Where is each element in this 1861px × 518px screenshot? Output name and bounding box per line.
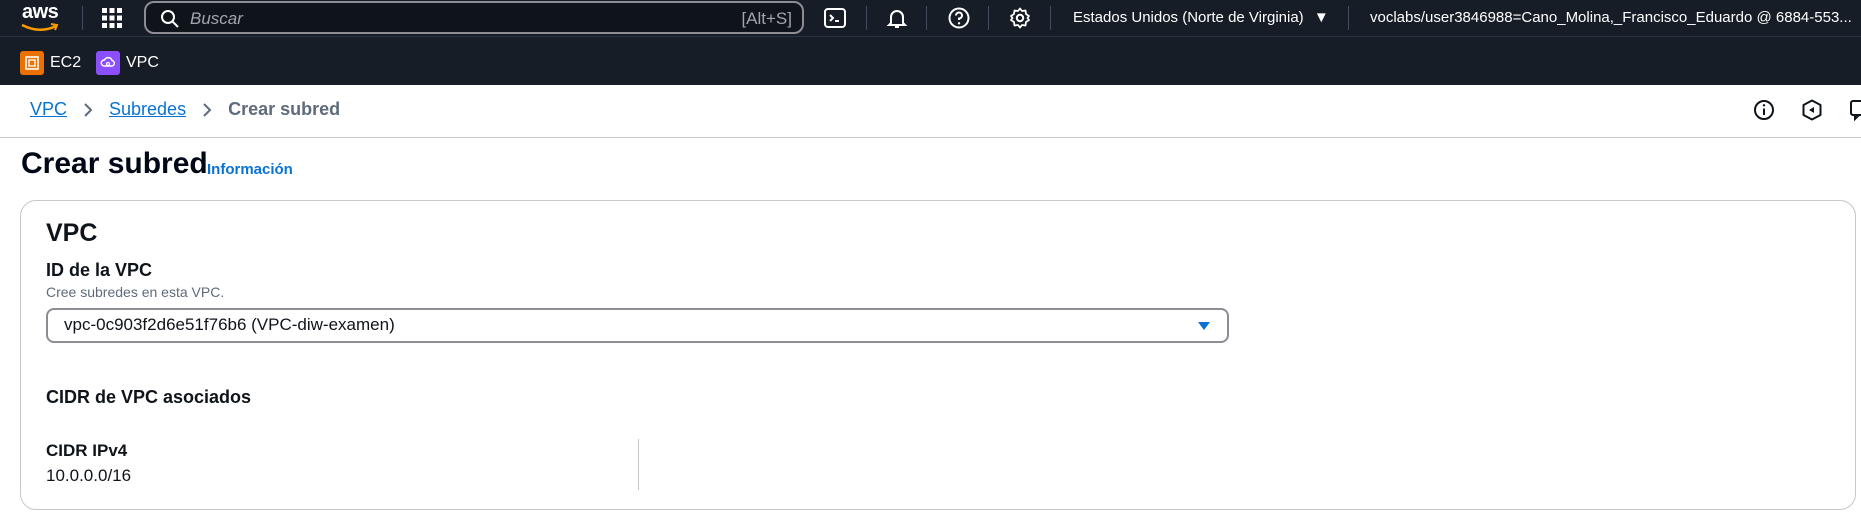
aws-logo[interactable]: aws [20, 1, 64, 33]
ipv4-cidr-value: 10.0.0.0/16 [46, 466, 132, 485]
favorites-bar: EC2 VPC [0, 36, 1861, 86]
vpc-id-select[interactable]: vpc-0c903f2d6e51f76b6 (VPC-diw-examen) [46, 308, 1229, 343]
region-label: Estados Unidos (Norte de Virginia) [1073, 9, 1304, 26]
nav-divider [988, 6, 989, 30]
ipv4-cidr-label: CIDR IPv4 [46, 441, 128, 460]
search-input[interactable]: Buscar [Alt+S] [144, 1, 804, 34]
column-divider [638, 439, 639, 490]
nav-divider [1348, 6, 1349, 30]
caret-down-icon [1198, 322, 1210, 330]
help-icon[interactable] [947, 6, 971, 30]
favorite-service-ec2[interactable]: EC2 [20, 51, 81, 75]
breadcrumb-current: Crear subred [228, 99, 341, 119]
nav-divider [82, 6, 83, 30]
security-shield-icon[interactable] [1800, 98, 1824, 122]
vpc-id-selected-value: vpc-0c903f2d6e51f76b6 (VPC-diw-examen) [64, 315, 395, 334]
nav-divider [1050, 6, 1051, 30]
aws-logo-text: aws [22, 1, 59, 23]
info-panel-icon[interactable] [1752, 98, 1776, 122]
vpc-container: VPC ID de la VPC Cree subredes en esta V… [20, 200, 1856, 510]
services-grid-icon[interactable] [101, 7, 123, 29]
search-icon [161, 10, 179, 28]
service-label: VPC [126, 54, 159, 71]
breadcrumb-link-subredes[interactable]: Subredes [109, 99, 186, 120]
vpc-id-description: Cree subredes en esta VPC. [46, 284, 225, 300]
cloudshell-icon[interactable] [823, 6, 847, 30]
aws-smile-icon [21, 23, 59, 31]
vpc-id-label: ID de la VPC [46, 260, 153, 280]
region-selector[interactable]: Estados Unidos (Norte de Virginia) ▼ [1073, 9, 1329, 26]
nav-divider [866, 6, 867, 30]
feedback-icon[interactable] [1848, 98, 1861, 122]
notifications-bell-icon[interactable] [885, 6, 909, 30]
vpc-icon [96, 51, 120, 75]
service-label: EC2 [50, 54, 82, 71]
associated-cidr-heading: CIDR de VPC asociados [46, 387, 252, 407]
ec2-icon [20, 51, 44, 75]
info-link[interactable]: Información [207, 161, 293, 178]
chevron-right-icon [84, 102, 93, 117]
settings-gear-icon[interactable] [1008, 6, 1032, 30]
search-placeholder: Buscar [190, 9, 243, 28]
account-menu[interactable]: voclabs/user3846988=Cano_Molina,_Francis… [1370, 9, 1861, 26]
breadcrumb: VPC Subredes Crear subred [30, 99, 340, 120]
chevron-right-icon [203, 102, 212, 117]
page-title: Crear subred [21, 147, 208, 180]
container-title: VPC [46, 219, 98, 247]
caret-down-icon: ▼ [1313, 9, 1329, 26]
nav-divider [926, 6, 927, 30]
breadcrumb-bar: VPC Subredes Crear subred [0, 85, 1861, 138]
top-navigation: aws Buscar [Alt+S] Estados Unidos (Norte… [0, 0, 1861, 36]
breadcrumb-link-vpc[interactable]: VPC [30, 99, 67, 120]
search-shortcut: [Alt+S] [741, 9, 792, 28]
favorite-service-vpc[interactable]: VPC [96, 51, 159, 75]
